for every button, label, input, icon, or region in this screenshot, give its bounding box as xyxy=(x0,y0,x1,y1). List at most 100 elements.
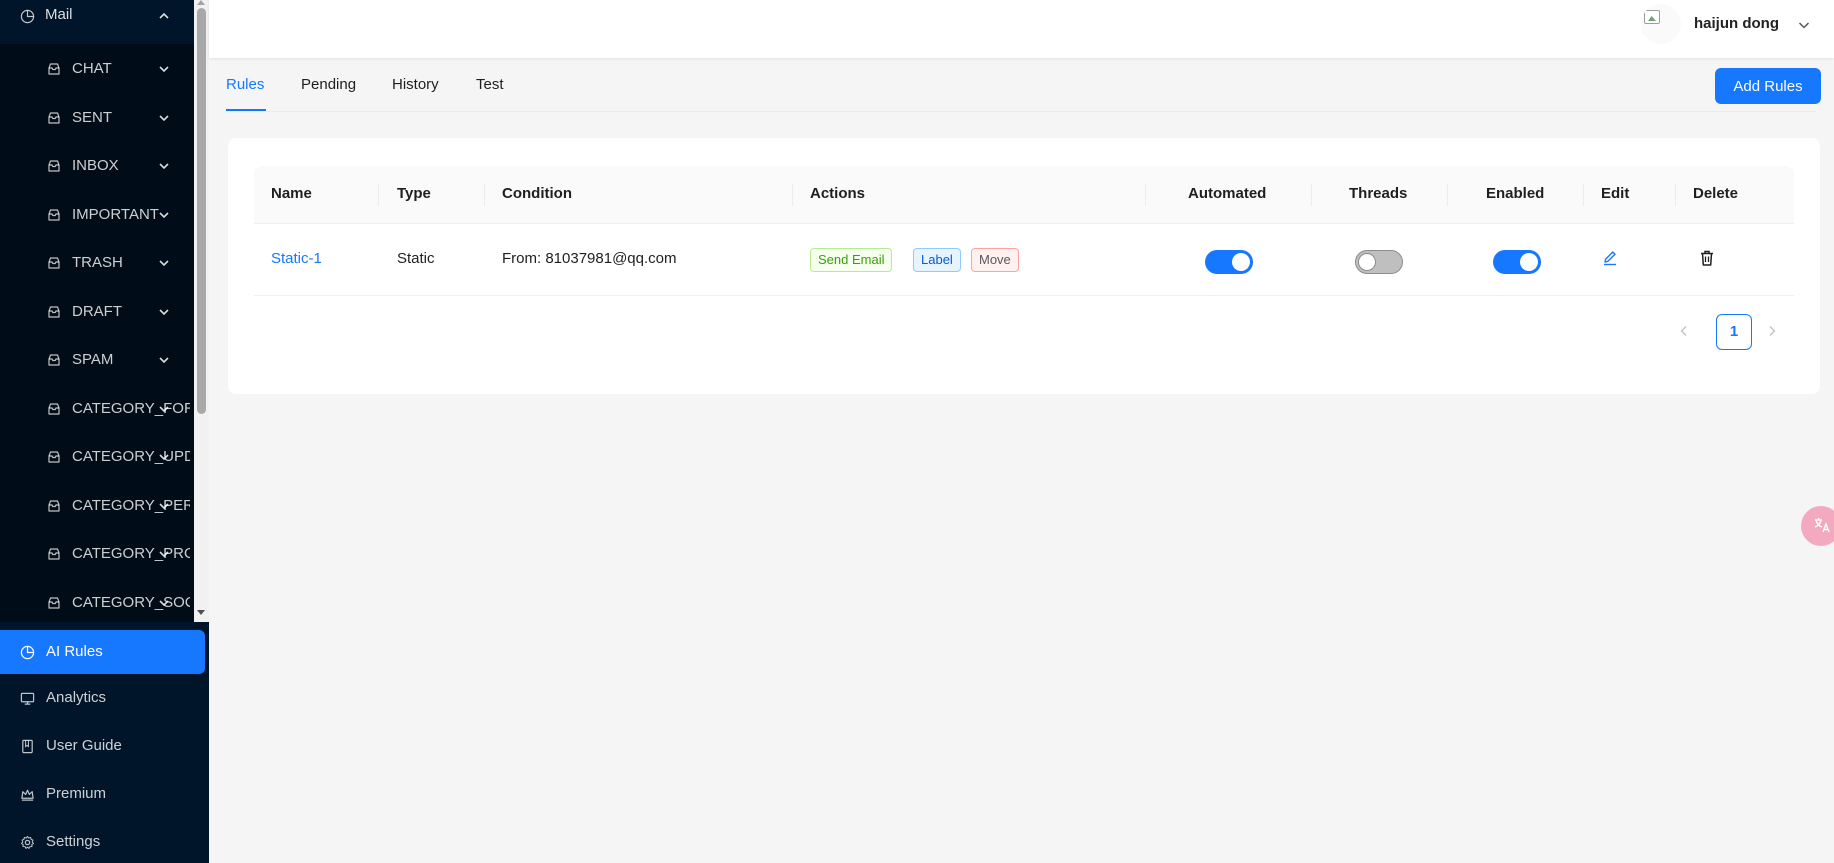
edit-icon[interactable] xyxy=(1601,249,1619,267)
trash-icon[interactable] xyxy=(1698,249,1716,267)
rule-name-link[interactable]: Static-1 xyxy=(271,250,322,267)
sidebar-item-label: TRASH xyxy=(72,254,123,271)
pie-chart-icon xyxy=(20,9,35,24)
chevron-down-icon[interactable] xyxy=(157,208,171,222)
column-header-enabled: Enabled xyxy=(1486,185,1545,202)
sidebar-item-category-updates[interactable]: CATEGORY_UPDATES xyxy=(0,437,194,477)
sidebar-item-label: Mail xyxy=(45,6,73,23)
sidebar-item-draft[interactable]: DRAFT xyxy=(0,292,194,332)
chevron-down-icon[interactable] xyxy=(157,305,171,319)
tab-rules[interactable]: Rules xyxy=(226,76,264,93)
sidebar-item-label: CATEGORY_PROMOTIONS xyxy=(72,545,190,562)
column-divider xyxy=(1311,184,1312,206)
toggle-knob xyxy=(1520,253,1538,271)
scrollbar-thumb[interactable] xyxy=(197,8,206,414)
automated-toggle[interactable] xyxy=(1205,250,1253,274)
desktop-icon xyxy=(20,692,35,705)
tab-history[interactable]: History xyxy=(392,76,439,93)
sidebar-item-inbox[interactable]: INBOX xyxy=(0,146,194,186)
column-header-type: Type xyxy=(397,185,431,202)
scroll-up-icon[interactable] xyxy=(197,0,205,5)
toggle-knob xyxy=(1232,253,1250,271)
sidebar-item-label: SENT xyxy=(72,109,113,126)
sidebar-item-spam[interactable]: SPAM xyxy=(0,340,194,380)
inbox-icon xyxy=(48,403,60,415)
sidebar-item-label: AI Rules xyxy=(46,643,103,660)
top-header: haijun dong xyxy=(209,0,1834,58)
inbox-icon xyxy=(48,257,60,269)
sidebar-item-important[interactable]: IMPORTANT xyxy=(0,195,194,235)
pagination-page-item[interactable]: 1 xyxy=(1716,314,1752,350)
inbox-icon xyxy=(48,112,60,124)
chevron-down-icon[interactable] xyxy=(157,450,171,464)
toggle-knob xyxy=(1358,253,1376,271)
sidebar-item-settings[interactable]: Settings xyxy=(0,820,209,863)
avatar[interactable] xyxy=(1641,4,1681,44)
sidebar-item-label: Settings xyxy=(46,833,101,850)
column-header-actions: Actions xyxy=(810,185,866,202)
sidebar-item-category-promotions[interactable]: CATEGORY_PROMOTIONS xyxy=(0,534,194,574)
enabled-toggle[interactable] xyxy=(1493,250,1541,274)
scroll-down-icon[interactable] xyxy=(197,610,205,615)
chevron-down-icon[interactable] xyxy=(157,256,171,270)
sidebar-item-label: INBOX xyxy=(72,157,119,174)
sidebar-item-ai-rules[interactable]: AI Rules xyxy=(0,630,205,674)
inbox-icon xyxy=(48,500,60,512)
sidebar-item-chat[interactable]: CHAT xyxy=(0,49,194,89)
inbox-icon xyxy=(48,354,60,366)
sidebar-item-label: CATEGORY_UPDATES xyxy=(72,448,190,465)
action-tag-move: Move xyxy=(971,248,1019,272)
chevron-down-icon[interactable] xyxy=(157,499,171,513)
sidebar-item-label: CHAT xyxy=(72,60,112,77)
chevron-down-icon[interactable] xyxy=(157,547,171,561)
action-tag-send-email: Send Email xyxy=(810,248,893,272)
column-header-condition: Condition xyxy=(502,185,572,202)
chevron-down-icon[interactable] xyxy=(157,596,171,610)
column-header-automated: Automated xyxy=(1188,185,1267,202)
column-divider xyxy=(792,184,793,206)
crown-icon xyxy=(21,789,34,801)
tab-test[interactable]: Test xyxy=(476,76,504,93)
pagination-next-icon[interactable] xyxy=(1765,324,1779,338)
chevron-down-icon[interactable] xyxy=(1797,18,1811,32)
chevron-down-icon[interactable] xyxy=(157,159,171,173)
tab-pending[interactable]: Pending xyxy=(301,76,356,93)
rules-card: Name Type Condition Actions Automated Th… xyxy=(228,138,1820,394)
inbox-icon xyxy=(48,306,60,318)
chevron-down-icon[interactable] xyxy=(157,402,171,416)
table-row: Static-1 Static From: 81037981@qq.com Se… xyxy=(254,224,1794,296)
action-tag-label: Label xyxy=(913,248,961,272)
sidebar-item-analytics[interactable]: Analytics xyxy=(0,676,209,720)
sidebar-item-label: SPAM xyxy=(72,351,114,368)
chevron-down-icon[interactable] xyxy=(157,62,171,76)
column-header-delete: Delete xyxy=(1693,185,1739,202)
user-name[interactable]: haijun dong xyxy=(1694,15,1779,32)
inbox-icon xyxy=(48,160,60,172)
column-divider xyxy=(1447,184,1448,206)
column-header-threads: Threads xyxy=(1349,185,1408,202)
sidebar-item-mail[interactable]: Mail xyxy=(0,0,194,44)
column-header-name: Name xyxy=(271,185,312,202)
sidebar-item-user-guide[interactable]: User Guide xyxy=(0,724,209,768)
sidebar-item-premium[interactable]: Premium xyxy=(0,772,209,816)
table-header: Name Type Condition Actions Automated Th… xyxy=(254,166,1794,224)
threads-toggle[interactable] xyxy=(1355,250,1403,274)
sidebar-scrollbar[interactable] xyxy=(194,0,209,622)
sidebar-item-trash[interactable]: TRASH xyxy=(0,243,194,283)
sidebar-item-category-forums[interactable]: CATEGORY_FORUMS xyxy=(0,389,194,429)
broken-image-icon xyxy=(1644,10,1660,24)
rules-tabs: Rules Pending History Test xyxy=(226,60,1816,112)
sidebar-item-sent[interactable]: SENT xyxy=(0,98,194,138)
chevron-down-icon[interactable] xyxy=(157,111,171,125)
inbox-icon xyxy=(48,597,60,609)
pagination-prev-icon[interactable] xyxy=(1677,324,1691,338)
inbox-icon xyxy=(48,209,60,221)
add-rules-button[interactable]: Add Rules xyxy=(1715,68,1821,104)
chevron-down-icon[interactable] xyxy=(157,353,171,367)
sidebar-item-label: CATEGORY_FORUMS xyxy=(72,400,190,417)
sidebar-item-category-social[interactable]: CATEGORY_SOCIAL xyxy=(0,583,194,622)
chevron-up-icon[interactable] xyxy=(157,9,171,23)
sidebar-item-label: User Guide xyxy=(46,737,122,754)
translate-widget[interactable] xyxy=(1801,506,1834,546)
sidebar-item-category-personal[interactable]: CATEGORY_PERSONAL xyxy=(0,486,194,526)
